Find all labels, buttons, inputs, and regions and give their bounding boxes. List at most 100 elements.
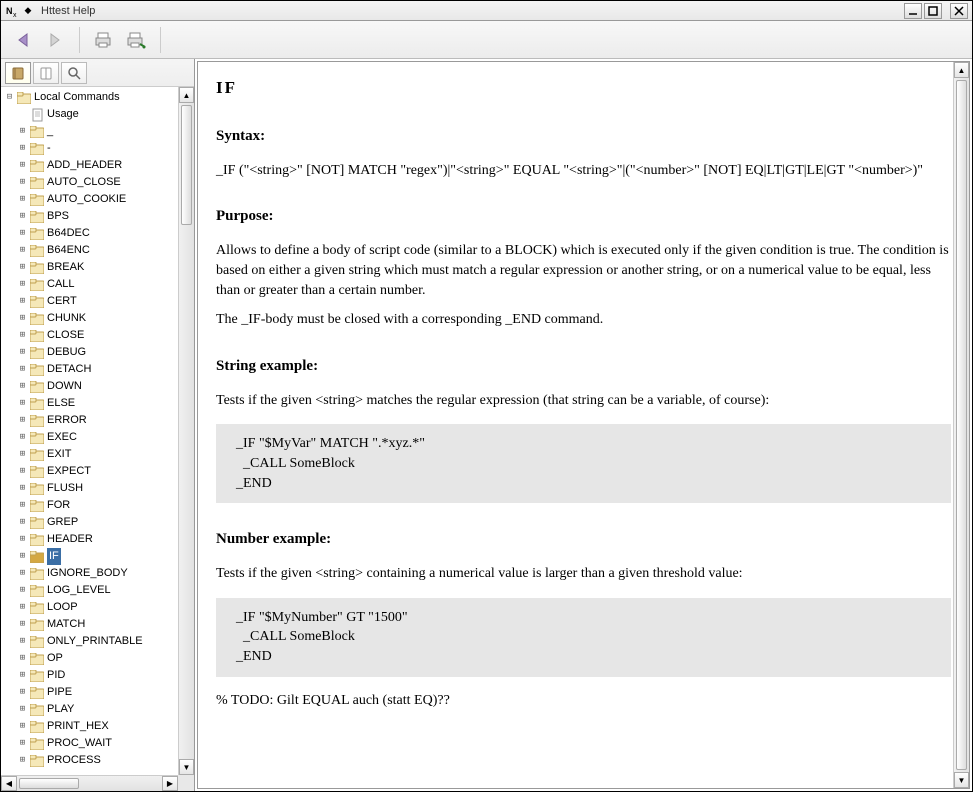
tree-item[interactable]: ⊞ CHUNK	[1, 310, 194, 327]
tree-item[interactable]: ⊞ CLOSE	[1, 327, 194, 344]
tab-contents[interactable]	[5, 62, 31, 84]
tree-item[interactable]: ⊞ PIPE	[1, 684, 194, 701]
tree-item[interactable]: ⊞ PROCESS	[1, 752, 194, 769]
tree-item[interactable]: ⊞ _	[1, 123, 194, 140]
scroll-left-button[interactable]: ◀	[1, 776, 17, 791]
tree-item[interactable]: ⊞ PRINT_HEX	[1, 718, 194, 735]
tree-item[interactable]: ⊞ ELSE	[1, 395, 194, 412]
tree-item[interactable]: ⊞ B64ENC	[1, 242, 194, 259]
expand-toggle[interactable]: ⊞	[16, 463, 29, 480]
back-button[interactable]	[9, 26, 37, 54]
tree-item[interactable]: ⊞ BPS	[1, 208, 194, 225]
tree-item[interactable]: ⊞ OP	[1, 650, 194, 667]
expand-toggle[interactable]: ⊞	[16, 429, 29, 446]
expand-toggle[interactable]: ⊞	[16, 395, 29, 412]
expand-toggle[interactable]: ⊞	[16, 225, 29, 242]
scroll-down-button[interactable]: ▼	[179, 759, 194, 775]
expand-toggle[interactable]: ⊞	[16, 616, 29, 633]
expand-toggle[interactable]: ⊞	[16, 276, 29, 293]
tree-item[interactable]: ⊞ PLAY	[1, 701, 194, 718]
tree-item[interactable]: ⊞ ERROR	[1, 412, 194, 429]
tree-view[interactable]: ⊟ Local Commands Usage ⊞ _ ⊞ - ⊞ ADD_HEA…	[1, 87, 194, 791]
tree-item[interactable]: ⊞ EXIT	[1, 446, 194, 463]
expand-toggle[interactable]: ⊞	[16, 123, 29, 140]
tree-item[interactable]: ⊞ FLUSH	[1, 480, 194, 497]
tree-item[interactable]: ⊞ LOOP	[1, 599, 194, 616]
expand-toggle[interactable]: ⊞	[16, 633, 29, 650]
tree-item[interactable]: ⊞ B64DEC	[1, 225, 194, 242]
tree-item[interactable]: ⊞ IGNORE_BODY	[1, 565, 194, 582]
scroll-up-button[interactable]: ▲	[954, 62, 969, 78]
expand-toggle[interactable]: ⊞	[16, 599, 29, 616]
expand-toggle[interactable]: ⊞	[16, 361, 29, 378]
maximize-button[interactable]	[924, 3, 942, 19]
tree-item[interactable]: ⊞ PID	[1, 667, 194, 684]
scroll-down-button[interactable]: ▼	[954, 772, 969, 788]
tree-item[interactable]: ⊞ FOR	[1, 497, 194, 514]
expand-toggle[interactable]: ⊞	[16, 752, 29, 769]
expand-toggle[interactable]: ⊞	[16, 684, 29, 701]
expand-toggle[interactable]: ⊞	[16, 548, 29, 565]
tree-item[interactable]: ⊞ BREAK	[1, 259, 194, 276]
expand-toggle[interactable]: ⊞	[16, 531, 29, 548]
tree-item[interactable]: ⊞ AUTO_CLOSE	[1, 174, 194, 191]
expand-toggle[interactable]: ⊞	[16, 701, 29, 718]
expand-toggle[interactable]: ⊞	[16, 735, 29, 752]
tree-item-usage[interactable]: Usage	[1, 106, 194, 123]
expand-toggle[interactable]: ⊞	[16, 310, 29, 327]
scrollbar-thumb[interactable]	[181, 105, 192, 225]
close-button[interactable]	[950, 3, 968, 19]
print-preview-button[interactable]	[122, 26, 150, 54]
expand-toggle[interactable]: ⊞	[16, 565, 29, 582]
content-scrollbar-vertical[interactable]: ▲ ▼	[953, 62, 969, 788]
tree-item[interactable]: ⊞ IF	[1, 548, 194, 565]
expand-toggle[interactable]: ⊞	[16, 480, 29, 497]
expand-toggle[interactable]: ⊞	[16, 667, 29, 684]
scrollbar-vertical[interactable]: ▲ ▼	[178, 87, 194, 775]
print-button[interactable]	[90, 26, 118, 54]
tab-index[interactable]	[33, 62, 59, 84]
tree-item[interactable]: ⊞ DOWN	[1, 378, 194, 395]
tree-item[interactable]: ⊞ ADD_HEADER	[1, 157, 194, 174]
scrollbar-thumb[interactable]	[19, 778, 79, 789]
scrollbar-thumb[interactable]	[956, 80, 967, 770]
tree-item[interactable]: ⊞ HEADER	[1, 531, 194, 548]
expand-toggle[interactable]: ⊞	[16, 344, 29, 361]
expand-toggle[interactable]: ⊞	[16, 327, 29, 344]
tab-search[interactable]	[61, 62, 87, 84]
expand-toggle[interactable]: ⊞	[16, 157, 29, 174]
expand-toggle[interactable]: ⊞	[16, 208, 29, 225]
expand-toggle[interactable]: ⊞	[16, 174, 29, 191]
scroll-right-button[interactable]: ▶	[162, 776, 178, 791]
expand-toggle[interactable]: ⊞	[16, 582, 29, 599]
expand-toggle[interactable]: ⊟	[3, 89, 16, 106]
tree-item[interactable]: ⊞ PROC_WAIT	[1, 735, 194, 752]
tree-item[interactable]: ⊞ EXEC	[1, 429, 194, 446]
tree-item[interactable]: ⊞ LOG_LEVEL	[1, 582, 194, 599]
expand-toggle[interactable]: ⊞	[16, 514, 29, 531]
expand-toggle[interactable]: ⊞	[16, 140, 29, 157]
tree-item[interactable]: ⊞ AUTO_COOKIE	[1, 191, 194, 208]
tree-item[interactable]: ⊞ DETACH	[1, 361, 194, 378]
scrollbar-horizontal[interactable]: ◀ ▶	[1, 775, 178, 791]
expand-toggle[interactable]: ⊞	[16, 293, 29, 310]
expand-toggle[interactable]: ⊞	[16, 650, 29, 667]
expand-toggle[interactable]: ⊞	[16, 446, 29, 463]
tree-item[interactable]: ⊞ CALL	[1, 276, 194, 293]
expand-toggle[interactable]: ⊞	[16, 378, 29, 395]
expand-toggle[interactable]: ⊞	[16, 191, 29, 208]
tree-item[interactable]: ⊞ -	[1, 140, 194, 157]
tree-item[interactable]: ⊞ DEBUG	[1, 344, 194, 361]
expand-toggle[interactable]: ⊞	[16, 412, 29, 429]
scroll-up-button[interactable]: ▲	[179, 87, 194, 103]
expand-toggle[interactable]: ⊞	[16, 718, 29, 735]
expand-toggle[interactable]: ⊞	[16, 497, 29, 514]
tree-root[interactable]: ⊟ Local Commands	[1, 89, 194, 106]
tree-item[interactable]: ⊞ CERT	[1, 293, 194, 310]
minimize-button[interactable]	[904, 3, 922, 19]
expand-toggle[interactable]: ⊞	[16, 259, 29, 276]
tree-item[interactable]: ⊞ GREP	[1, 514, 194, 531]
tree-item[interactable]: ⊞ MATCH	[1, 616, 194, 633]
tree-item[interactable]: ⊞ EXPECT	[1, 463, 194, 480]
tree-item[interactable]: ⊞ ONLY_PRINTABLE	[1, 633, 194, 650]
